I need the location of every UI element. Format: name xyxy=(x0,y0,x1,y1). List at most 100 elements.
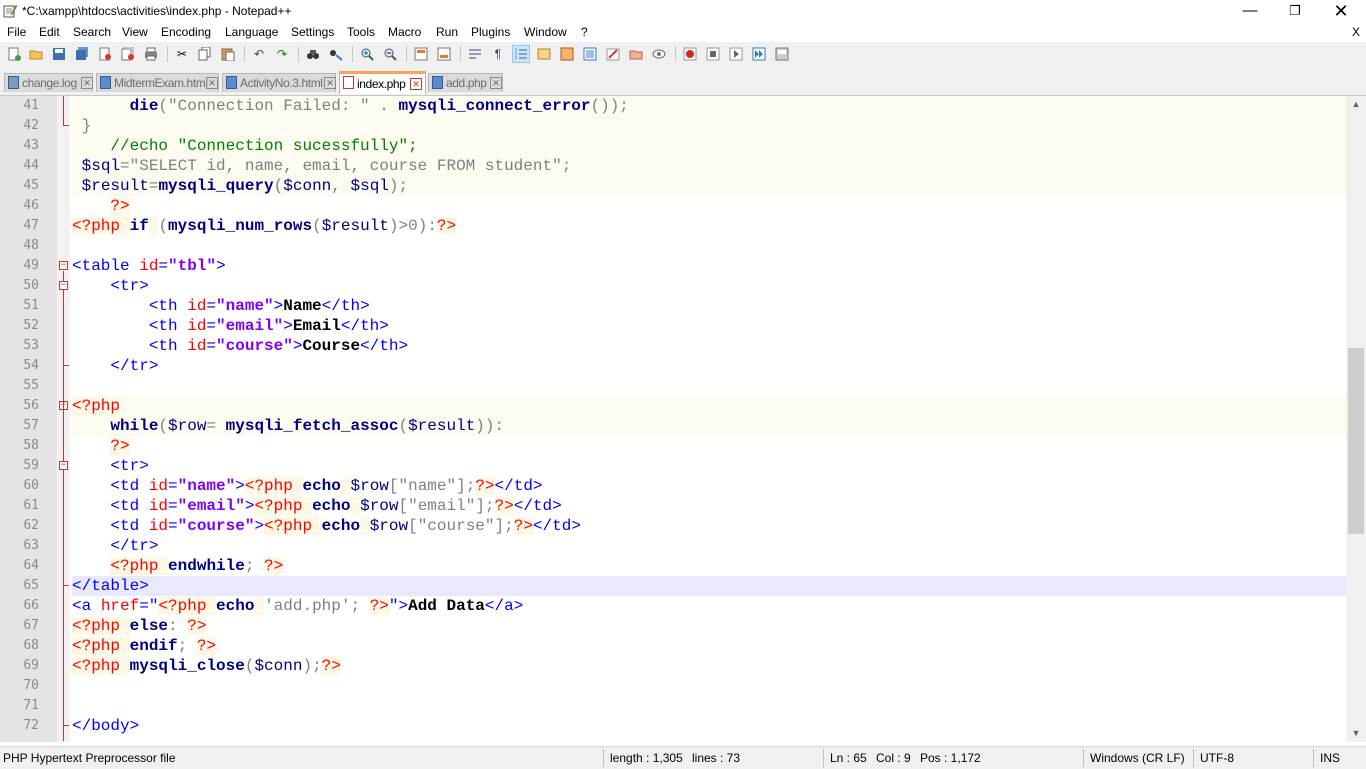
line-number: 41 xyxy=(23,98,39,113)
status-col: Col : 9 xyxy=(876,751,911,765)
print-icon[interactable] xyxy=(143,46,159,62)
line-number: 52 xyxy=(23,318,39,333)
menu-plugins[interactable]: Plugins xyxy=(471,25,510,39)
status-insert-mode[interactable]: INS xyxy=(1320,751,1340,765)
menu-file[interactable]: File xyxy=(7,25,26,39)
code-line: //echo "Connection sucessfully"; xyxy=(72,136,1346,156)
redo-icon[interactable]: ↷ xyxy=(274,46,290,62)
tab-index-php[interactable]: index.php ✕ xyxy=(339,71,426,94)
playback-macro-icon[interactable] xyxy=(728,46,744,62)
menu-tools[interactable]: Tools xyxy=(347,25,375,39)
show-all-characters-icon[interactable]: ¶ xyxy=(490,46,506,62)
code-line: <td id="course"><?php echo $row["course"… xyxy=(110,517,581,535)
monitoring-icon[interactable] xyxy=(628,46,644,62)
menu-search[interactable]: Search xyxy=(73,25,111,39)
scroll-up-arrow-icon[interactable]: ▲ xyxy=(1346,96,1366,113)
sync-horizontal-icon[interactable] xyxy=(436,46,452,62)
status-ln: Ln : 65 xyxy=(830,751,867,765)
tab-label: ActivityNo.3.html xyxy=(240,76,323,90)
line-number: 55 xyxy=(23,378,39,393)
toolbar: ✂ ↶ ↷ ¶ xyxy=(0,42,1366,67)
line-number: 61 xyxy=(23,498,39,513)
fold-toggle-icon[interactable]: − xyxy=(59,281,68,290)
line-number: 45 xyxy=(23,178,39,193)
status-encoding[interactable]: UTF-8 xyxy=(1200,751,1234,765)
new-file-icon[interactable] xyxy=(6,46,22,62)
file-icon xyxy=(8,76,19,89)
replace-icon[interactable] xyxy=(328,46,344,62)
status-bar: PHP Hypertext Preprocessor file length :… xyxy=(0,746,1366,769)
user-language-icon[interactable] xyxy=(536,46,552,62)
stop-record-icon[interactable] xyxy=(705,46,721,62)
line-number: 50 xyxy=(23,278,39,293)
tab-add-php[interactable]: add.php ✕ xyxy=(428,73,503,92)
folder-as-workspace-icon[interactable] xyxy=(605,46,621,62)
open-file-icon[interactable] xyxy=(28,46,44,62)
menu-edit[interactable]: Edit xyxy=(39,25,60,39)
undo-icon[interactable]: ↶ xyxy=(251,46,267,62)
zoom-out-icon[interactable] xyxy=(382,46,398,62)
code-line: <?php mysqli_close($conn);?> xyxy=(72,657,341,675)
menu-macro[interactable]: Macro xyxy=(388,25,421,39)
status-pos: Pos : 1,172 xyxy=(920,751,981,765)
fold-toggle-icon[interactable]: − xyxy=(59,261,68,270)
save-icon[interactable] xyxy=(51,46,67,62)
record-macro-icon[interactable] xyxy=(682,46,698,62)
menu-language[interactable]: Language xyxy=(225,25,278,39)
vertical-scrollbar[interactable]: ▲ ▼ xyxy=(1346,96,1366,742)
menu-run[interactable]: Run xyxy=(436,25,458,39)
scroll-down-arrow-icon[interactable]: ▼ xyxy=(1346,725,1366,742)
sync-vertical-icon[interactable] xyxy=(413,46,429,62)
word-wrap-icon[interactable] xyxy=(467,46,483,62)
line-number: 66 xyxy=(23,598,39,613)
menu-window[interactable]: Window xyxy=(524,25,567,39)
line-number-gutter: 41 42 43 44 45 46 47 48 49 50 51 52 53 5… xyxy=(0,96,57,742)
close-document-button[interactable]: X xyxy=(1352,25,1360,39)
menu-help[interactable]: ? xyxy=(581,25,588,39)
menu-view[interactable]: View xyxy=(122,25,148,39)
tab-close-button[interactable]: ✕ xyxy=(81,77,93,89)
tab-close-button[interactable]: ✕ xyxy=(206,77,218,89)
line-number: 72 xyxy=(23,718,39,733)
cut-icon[interactable]: ✂ xyxy=(174,46,190,62)
close-window-button[interactable]: ✕ xyxy=(1318,0,1364,22)
code-line: </body> xyxy=(72,717,140,735)
menu-settings[interactable]: Settings xyxy=(291,25,334,39)
maximize-button[interactable]: ❐ xyxy=(1272,0,1318,22)
indent-guide-icon[interactable] xyxy=(512,45,530,63)
menu-encoding[interactable]: Encoding xyxy=(161,25,211,39)
close-all-icon[interactable] xyxy=(120,46,136,62)
line-number: 46 xyxy=(23,198,39,213)
save-macro-icon[interactable] xyxy=(774,46,790,62)
tab-change-log[interactable]: change.log ✕ xyxy=(4,73,93,92)
save-all-icon[interactable] xyxy=(74,46,90,62)
tab-close-button[interactable]: ✕ xyxy=(324,77,336,89)
run-macro-multiple-icon[interactable] xyxy=(751,46,767,62)
copy-icon[interactable] xyxy=(197,46,213,62)
line-number: 62 xyxy=(23,518,39,533)
line-number: 59 xyxy=(23,458,39,473)
tab-midtermexam-html[interactable]: MidtermExam.html ✕ xyxy=(96,73,219,92)
fold-toggle-icon[interactable]: − xyxy=(59,461,68,470)
close-icon[interactable] xyxy=(97,46,113,62)
zoom-in-icon[interactable] xyxy=(359,46,375,62)
tab-close-button[interactable]: ✕ xyxy=(410,78,422,90)
find-icon[interactable] xyxy=(305,46,321,62)
code-line: <?php endwhile; ?> xyxy=(110,557,284,575)
code-editor[interactable]: 41 42 43 44 45 46 47 48 49 50 51 52 53 5… xyxy=(0,96,1346,742)
tab-close-button[interactable]: ✕ xyxy=(490,77,502,89)
function-list-icon[interactable] xyxy=(582,46,598,62)
scrollbar-thumb[interactable] xyxy=(1348,348,1364,534)
tab-activityno3-html[interactable]: ActivityNo.3.html ✕ xyxy=(222,73,336,92)
title-bar: *C:\xampp\htdocs\activities\index.php - … xyxy=(0,0,1366,22)
eye-icon[interactable] xyxy=(651,46,667,62)
doc-map-icon[interactable] xyxy=(559,46,575,62)
paste-icon[interactable] xyxy=(220,46,236,62)
file-icon xyxy=(432,76,443,89)
code-line: $sql="SELECT id, name, email, course FRO… xyxy=(72,156,1346,176)
status-eol[interactable]: Windows (CR LF) xyxy=(1090,751,1185,765)
minimize-button[interactable]: — xyxy=(1227,0,1273,22)
